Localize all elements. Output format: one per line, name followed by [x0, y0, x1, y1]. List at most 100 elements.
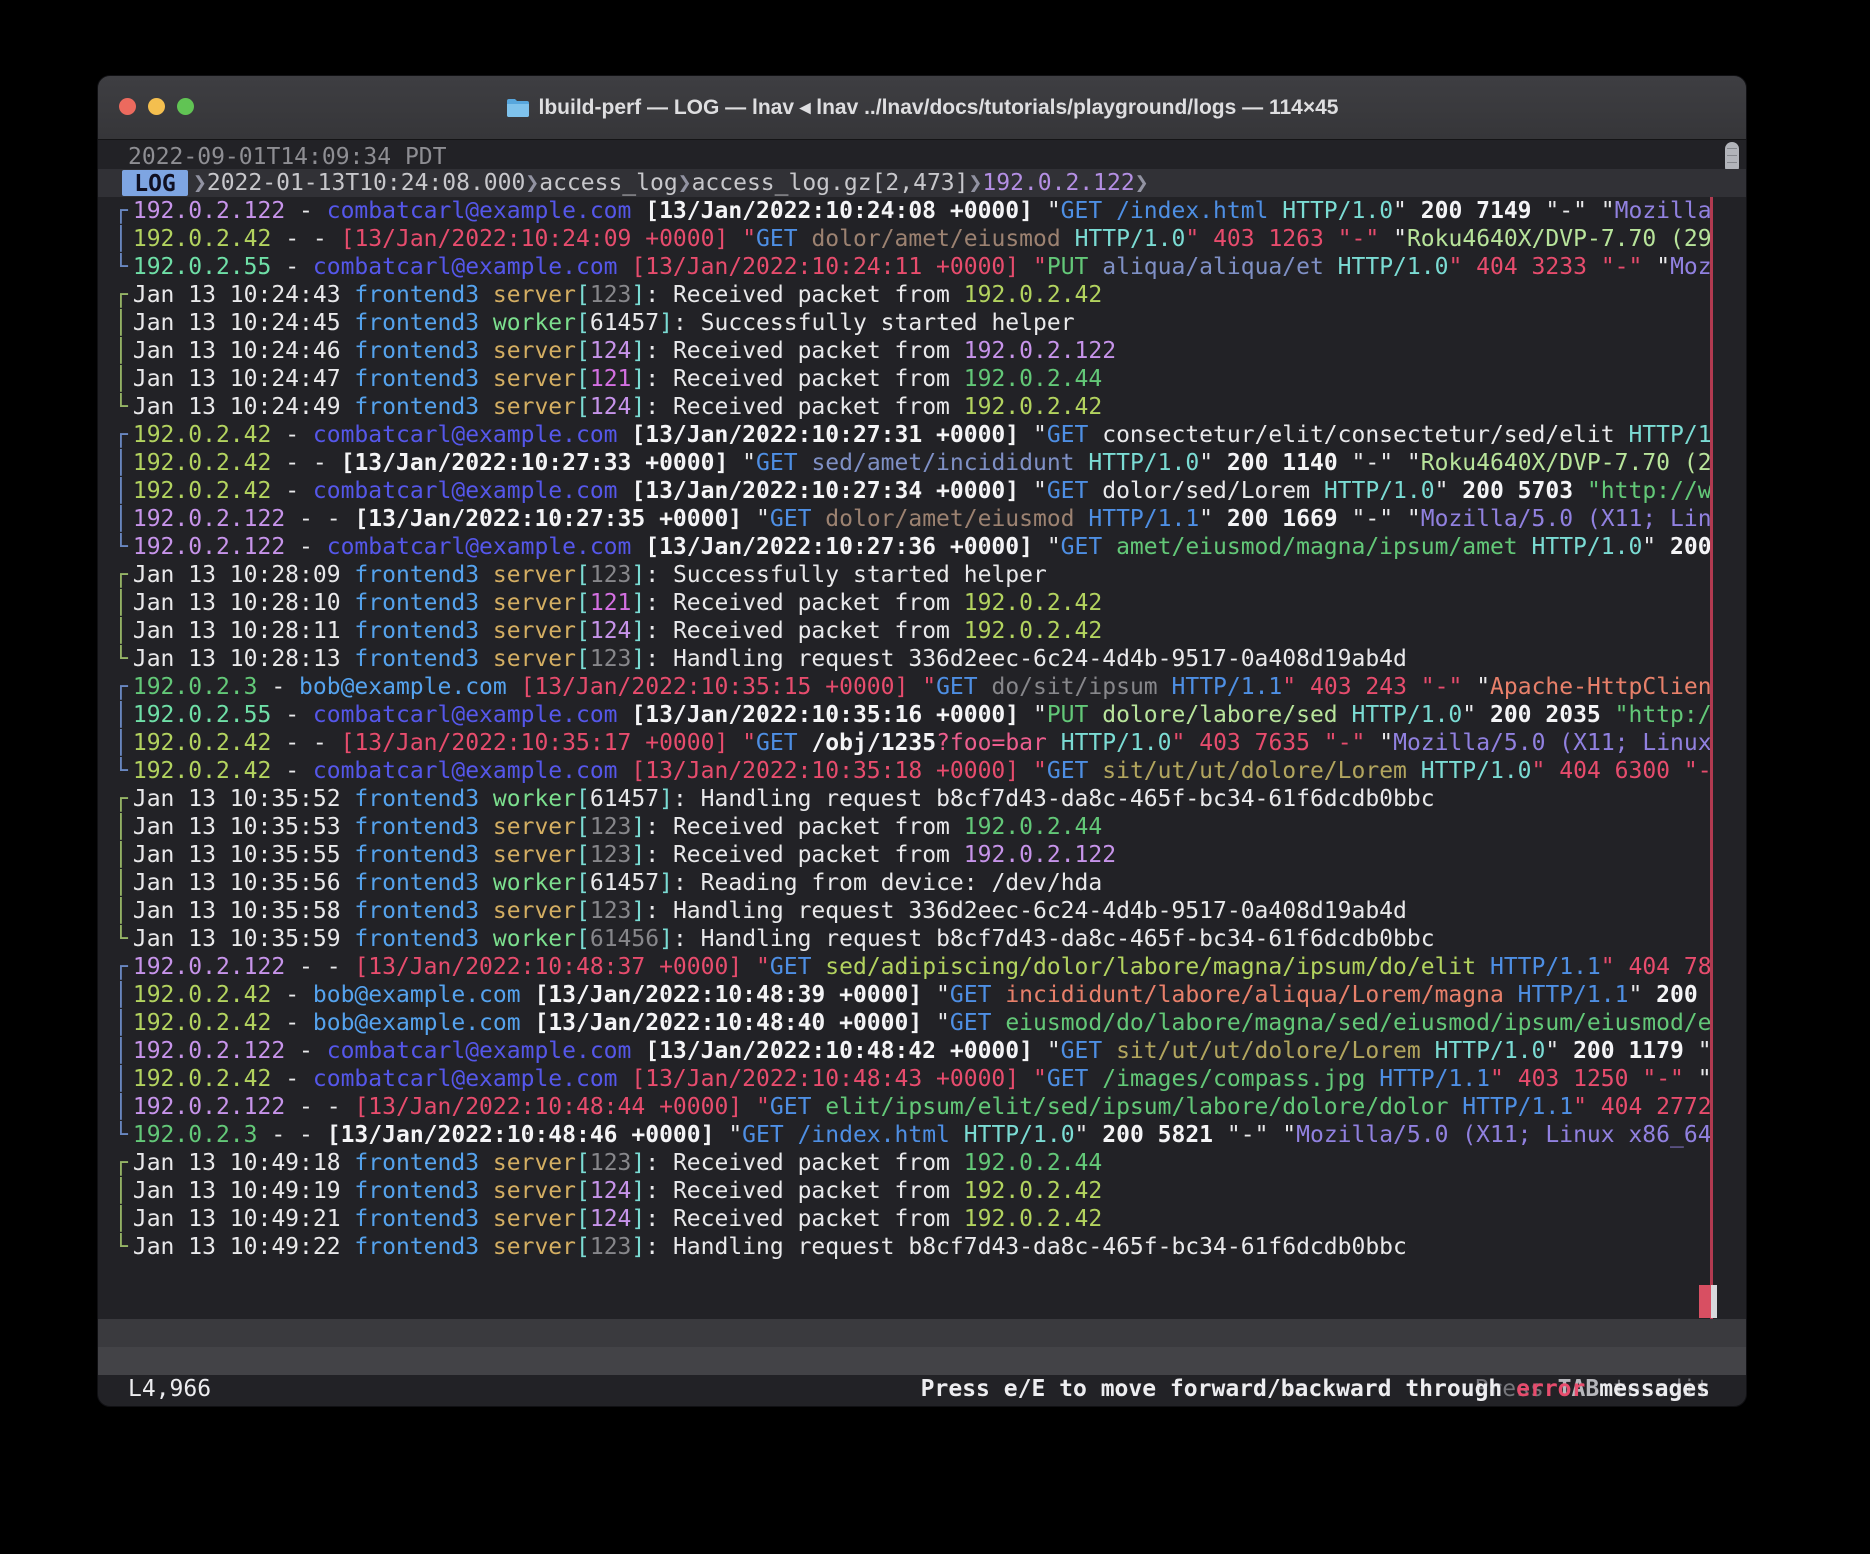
log-line[interactable]: ┌Jan 13 10:49:18 frontend3 server[123]: …: [114, 1149, 1710, 1177]
log-line[interactable]: │192.0.2.42 - - [13/Jan/2022:10:24:09 +0…: [114, 225, 1710, 253]
log-line[interactable]: └192.0.2.42 - combatcarl@example.com [13…: [114, 757, 1710, 785]
log-token: -: [271, 1066, 313, 1092]
log-line[interactable]: │192.0.2.122 - combatcarl@example.com [1…: [114, 1037, 1710, 1065]
log-line[interactable]: │Jan 13 10:35:53 frontend3 server[123]: …: [114, 813, 1710, 841]
file-group-marker: └: [114, 533, 128, 561]
breadcrumb-item[interactable]: 192.0.2.122: [982, 170, 1134, 196]
log-token: ]: [631, 1150, 645, 1176]
log-token: : Received packet from: [645, 814, 964, 840]
file-group-marker: │: [114, 897, 128, 925]
log-line[interactable]: ┌192.0.2.3 - bob@example.com [13/Jan/202…: [114, 673, 1710, 701]
log-line[interactable]: │192.0.2.42 - combatcarl@example.com [13…: [114, 477, 1710, 505]
log-token: ]: [659, 786, 673, 812]
title-bar[interactable]: lbuild-perf — LOG — lnav ◂ lnav ../lnav/…: [98, 76, 1746, 140]
log-line[interactable]: │192.0.2.42 - bob@example.com [13/Jan/20…: [114, 981, 1710, 1009]
log-line[interactable]: │192.0.2.42 - - [13/Jan/2022:10:35:17 +0…: [114, 729, 1710, 757]
log-token: [908, 674, 922, 700]
log-token: frontend3: [354, 646, 479, 672]
log-line[interactable]: └Jan 13 10:35:59 frontend3 worker[61456]…: [114, 925, 1710, 953]
file-group-marker: │: [114, 1177, 128, 1205]
log-token: incididunt/labore/aliqua/Lorem/magna: [1005, 982, 1504, 1008]
log-token: server: [493, 366, 576, 392]
log-token: [479, 814, 493, 840]
log-token: 192.0.2.122: [133, 534, 285, 560]
log-line[interactable]: │192.0.2.42 - combatcarl@example.com [13…: [114, 1065, 1710, 1093]
file-group-marker: │: [114, 617, 128, 645]
log-line[interactable]: ┌192.0.2.122 - combatcarl@example.com [1…: [114, 197, 1710, 225]
log-lines: ┌ 192.0.2.122 - combatcarl@example.com [1…: [114, 197, 1710, 1261]
log-line[interactable]: ┌Jan 13 10:24:43 frontend3 server[123]: …: [114, 281, 1710, 309]
log-token: GET: [950, 1010, 992, 1036]
log-token: 192.0.2.122: [133, 198, 285, 224]
log-token: 123: [590, 842, 632, 868]
log-line[interactable]: │Jan 13 10:35:55 frontend3 server[123]: …: [114, 841, 1710, 869]
log-line[interactable]: │192.0.2.122 - - [13/Jan/2022:10:48:44 +…: [114, 1093, 1710, 1121]
log-token: frontend3: [354, 870, 479, 896]
log-token: sed/amet/incididunt: [811, 450, 1074, 476]
log-line[interactable]: │192.0.2.122 - - [13/Jan/2022:10:27:35 +…: [114, 505, 1710, 533]
breadcrumb-mode-chip[interactable]: LOG: [122, 170, 188, 196]
log-token: HTTP/1.1: [1462, 1094, 1573, 1120]
log-line[interactable]: └192.0.2.3 - - [13/Jan/2022:10:48:46 +00…: [114, 1121, 1710, 1149]
log-token: Jan 13 10:49:18: [133, 1150, 355, 1176]
log-token: [507, 674, 521, 700]
breadcrumb-item[interactable]: access_log.gz[2,473]: [692, 170, 969, 196]
log-token: combatcarl@example.com: [313, 758, 618, 784]
log-token: HTTP/1.1: [1490, 954, 1601, 980]
file-group-marker: └: [114, 1121, 128, 1149]
log-token: [1324, 254, 1338, 280]
log-line[interactable]: │Jan 13 10:28:11 frontend3 server[124]: …: [114, 617, 1710, 645]
log-line[interactable]: ┌Jan 13 10:28:09 frontend3 server[123]: …: [114, 561, 1710, 589]
log-token: GET: [950, 982, 992, 1008]
log-token: 200 5703: [1462, 478, 1573, 504]
log-token: [479, 618, 493, 644]
log-token: : Received packet from: [645, 1206, 964, 1232]
log-line[interactable]: │192.0.2.42 - - [13/Jan/2022:10:27:33 +0…: [114, 449, 1710, 477]
log-token: server: [493, 1234, 576, 1260]
log-token: "-": [1684, 1038, 1710, 1064]
log-line[interactable]: │Jan 13 10:49:21 frontend3 server[124]: …: [114, 1205, 1710, 1233]
log-token: [1088, 254, 1102, 280]
log-token: Jan 13 10:28:10: [133, 590, 355, 616]
log-token: [1504, 982, 1518, 1008]
log-token: [1075, 506, 1089, 532]
log-token: : Received packet from: [645, 366, 964, 392]
scrollbar-error-mark[interactable]: [1699, 1285, 1711, 1318]
log-token: [479, 1178, 493, 1204]
log-line[interactable]: └192.0.2.122 - combatcarl@example.com [1…: [114, 533, 1710, 561]
log-line[interactable]: ┌192.0.2.122 - - [13/Jan/2022:10:48:37 +…: [114, 953, 1710, 981]
breadcrumb-item[interactable]: 2022-01-13T10:24:08.000: [207, 170, 526, 196]
log-line[interactable]: ┌Jan 13 10:35:52 frontend3 worker[61457]…: [114, 785, 1710, 813]
log-line[interactable]: ┌192.0.2.42 - combatcarl@example.com [13…: [114, 421, 1710, 449]
log-token: 200 1179: [1573, 1038, 1684, 1064]
log-token: "-": [1684, 758, 1710, 784]
log-line[interactable]: └Jan 13 10:28:13 frontend3 server[123]: …: [114, 645, 1710, 673]
log-line[interactable]: │192.0.2.55 - combatcarl@example.com [13…: [114, 701, 1710, 729]
log-line[interactable]: │Jan 13 10:35:58 frontend3 server[123]: …: [114, 897, 1710, 925]
log-line[interactable]: └Jan 13 10:49:22 frontend3 server[123]: …: [114, 1233, 1710, 1261]
log-line[interactable]: │Jan 13 10:24:45 frontend3 worker[61457]…: [114, 309, 1710, 337]
log-token: frontend3: [354, 282, 479, 308]
log-line[interactable]: │192.0.2.42 - bob@example.com [13/Jan/20…: [114, 1009, 1710, 1037]
log-token: 403 1263: [1213, 226, 1324, 252]
log-line[interactable]: │Jan 13 10:24:47 frontend3 server[121]: …: [114, 365, 1710, 393]
log-token: ": [1601, 954, 1615, 980]
log-line[interactable]: │Jan 13 10:24:46 frontend3 server[124]: …: [114, 337, 1710, 365]
log-token: 192.0.2.42: [133, 478, 271, 504]
log-token: GET: [742, 1122, 784, 1148]
breadcrumb-item[interactable]: access_log: [539, 170, 677, 196]
log-token: 192.0.2.122: [133, 1094, 285, 1120]
log-line[interactable]: │Jan 13 10:49:19 frontend3 server[124]: …: [114, 1177, 1710, 1205]
file-group-marker: ┌: [114, 281, 128, 309]
log-token: Jan 13 10:49:22: [133, 1234, 355, 1260]
file-group-marker: └: [114, 253, 128, 281]
log-token: [1365, 1066, 1379, 1092]
log-token: - -: [271, 730, 340, 756]
log-line[interactable]: │Jan 13 10:35:56 frontend3 worker[61457]…: [114, 869, 1710, 897]
log-token: 200 1140: [1227, 450, 1338, 476]
file-group-marker: │: [114, 1037, 128, 1065]
log-line[interactable]: └192.0.2.55 - combatcarl@example.com [13…: [114, 253, 1710, 281]
log-token: [: [576, 310, 590, 336]
log-line[interactable]: │Jan 13 10:28:10 frontend3 server[121]: …: [114, 589, 1710, 617]
log-line[interactable]: └Jan 13 10:24:49 frontend3 server[124]: …: [114, 393, 1710, 421]
